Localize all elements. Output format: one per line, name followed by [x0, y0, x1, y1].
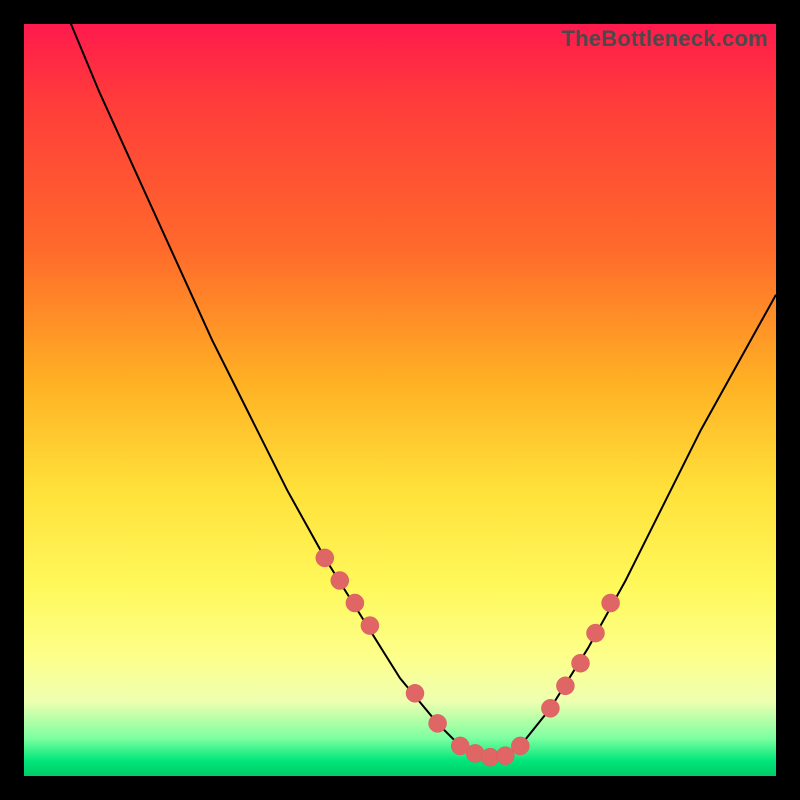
chart-frame: TheBottleneck.com [0, 0, 800, 800]
dot [496, 747, 514, 765]
plot-area: TheBottleneck.com [24, 24, 776, 776]
dot [346, 594, 364, 612]
dot [511, 737, 529, 755]
dot [602, 594, 620, 612]
curve-layer [24, 24, 776, 776]
dot [316, 549, 334, 567]
bottleneck-curve [24, 0, 776, 757]
dot [556, 677, 574, 695]
highlight-dots [316, 549, 620, 766]
dot [331, 572, 349, 590]
dot [406, 684, 424, 702]
dot [572, 654, 590, 672]
dot [587, 624, 605, 642]
dot [429, 714, 447, 732]
dot [361, 617, 379, 635]
dot [541, 699, 559, 717]
